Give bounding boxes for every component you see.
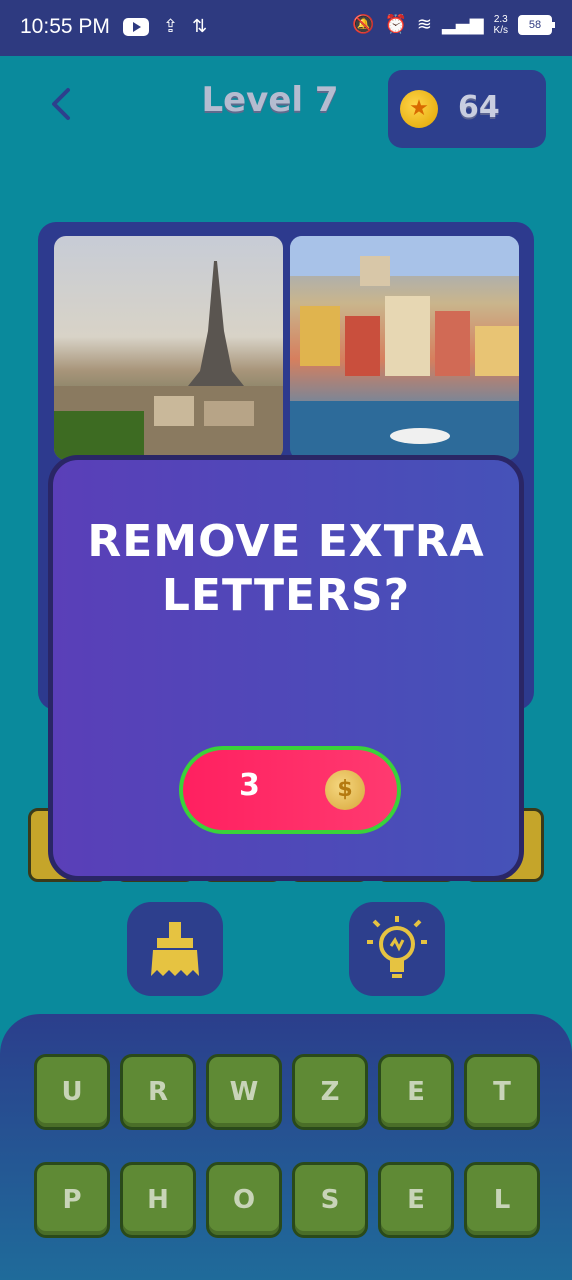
alarm-icon: ⏰ <box>384 14 407 35</box>
picture-eiffel-tower <box>54 236 283 460</box>
notifications-off-icon: 🔕 <box>352 14 375 35</box>
letter-key[interactable]: H <box>120 1162 196 1238</box>
signal-icon: ▂▄▆ <box>442 14 484 35</box>
harbor-illustration <box>290 236 519 460</box>
chevron-left-icon <box>52 88 70 120</box>
remove-letters-button[interactable] <box>127 902 223 996</box>
hint-button[interactable] <box>349 902 445 996</box>
letter-key[interactable]: U <box>34 1054 110 1130</box>
dollar-coin-icon: $ <box>325 770 365 810</box>
upload-icon: ⇪ <box>163 16 179 37</box>
letter-key[interactable]: S <box>292 1162 368 1238</box>
letter-key[interactable]: L <box>464 1162 540 1238</box>
letter-key[interactable]: E <box>378 1054 454 1130</box>
cost-value: 3 <box>239 768 260 803</box>
coin-balance[interactable]: ★ 64 <box>388 70 546 148</box>
letter-key[interactable]: P <box>34 1162 110 1238</box>
youtube-icon <box>123 18 149 36</box>
broom-icon <box>151 922 199 976</box>
eiffel-tower-illustration <box>54 261 283 460</box>
letter-key[interactable]: T <box>464 1054 540 1130</box>
letter-key[interactable]: O <box>206 1162 282 1238</box>
coin-count: 64 <box>458 90 500 125</box>
status-left-icons: ⇪ ⇅ <box>123 17 207 37</box>
status-right-icons: 🔕 ⏰ ≋ ▂▄▆ 2.3 K/s 58 <box>352 14 555 36</box>
confirm-purchase-button[interactable]: 3 $ <box>179 746 401 834</box>
letter-key[interactable]: Z <box>292 1054 368 1130</box>
letter-key[interactable]: R <box>120 1054 196 1130</box>
status-time: 10:55 PM <box>20 15 110 38</box>
dialog-title: REMOVE EXTRA LETTERS? <box>87 516 485 621</box>
lightbulb-icon <box>367 916 427 978</box>
picture-harbor-town <box>290 236 519 460</box>
net-speed-value: 2.3 <box>493 14 508 25</box>
battery-icon: 58 <box>518 15 555 35</box>
wifi-icon: ≋ <box>416 14 433 35</box>
status-bar: 10:55 PM ⇪ ⇅ 🔕 ⏰ ≋ ▂▄▆ 2.3 K/s 58 <box>0 0 572 56</box>
letter-key[interactable]: W <box>206 1054 282 1130</box>
remove-letters-dialog: REMOVE EXTRA LETTERS? 3 $ <box>48 455 524 881</box>
letter-keyboard: U R W Z E T P H O S E L <box>0 1014 572 1280</box>
back-button[interactable] <box>44 84 80 124</box>
net-speed-unit: K/s <box>493 25 508 36</box>
level-title: Level 7 <box>201 80 339 120</box>
sync-icon: ⇅ <box>192 16 208 37</box>
letter-key[interactable]: E <box>378 1162 454 1238</box>
star-coin-icon: ★ <box>400 90 438 128</box>
net-speed: 2.3 K/s <box>494 14 508 36</box>
